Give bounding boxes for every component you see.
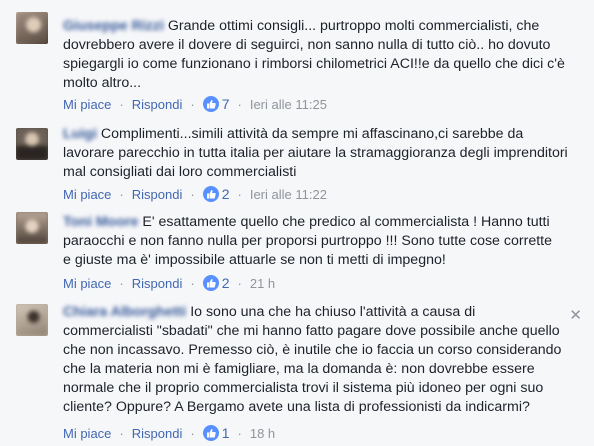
like-button[interactable]: Mi piace: [63, 426, 111, 441]
comment-actions: Mi piace · Rispondi · 1 · 18 h: [63, 424, 275, 442]
author-name[interactable]: Chiara Alborghetti: [63, 304, 186, 320]
comment-line: lavorare parecchio in tutta italia per a…: [63, 145, 568, 161]
like-count: 2: [221, 275, 230, 291]
timestamp[interactable]: 21 h: [250, 276, 275, 291]
reply-button[interactable]: Rispondi: [132, 276, 183, 291]
separator: ·: [190, 425, 195, 441]
like-count-badge[interactable]: 2: [202, 186, 230, 202]
comment-line: Grande ottimi consigli... purtroppo molt…: [167, 18, 540, 34]
separator: ·: [190, 186, 195, 202]
comment-line: mal consigliati dai loro commercialisti: [63, 164, 297, 180]
like-button[interactable]: Mi piace: [63, 187, 111, 202]
separator: ·: [119, 186, 124, 202]
thumbs-up-icon: [202, 275, 219, 291]
comment-actions: Mi piace · Rispondi · 2 · Ieri alle 11:2…: [63, 185, 327, 203]
comment-line: molto altro...: [63, 75, 142, 91]
avatar[interactable]: [16, 212, 48, 244]
like-count-badge[interactable]: 2: [202, 275, 230, 291]
thumbs-up-icon: [202, 425, 219, 441]
like-count: 2: [221, 186, 230, 202]
like-count: 7: [221, 96, 230, 112]
comment-line: che la materia non mi è famigliare, ma l…: [63, 361, 535, 377]
comment-line: E' esattamente quello che predico al com…: [142, 214, 550, 230]
comment-3: Toni Moore E' esattamente quello che pre…: [0, 210, 594, 300]
author-name[interactable]: Toni Moore: [63, 214, 138, 230]
separator: ·: [119, 96, 124, 112]
timestamp[interactable]: Ieri alle 11:22: [250, 187, 327, 202]
separator: ·: [237, 425, 242, 441]
comment-line: normale che il proprio commercialista tr…: [63, 380, 544, 396]
separator: ·: [237, 186, 242, 202]
comment-body: Toni Moore E' esattamente quello che pre…: [63, 213, 582, 270]
comment-line: e giuste ma è' impossibile attuarle se n…: [63, 252, 446, 268]
comment-body: Luigi Complimenti...simili attività da s…: [63, 125, 582, 182]
separator: ·: [237, 275, 242, 291]
separator: ·: [237, 96, 242, 112]
comment-line: dovrebbero avere il dovere di seguirci, …: [63, 37, 551, 53]
comment-line: Io sono una che ha chiuso l'attività a c…: [190, 304, 476, 320]
thumbs-up-icon: [202, 96, 219, 112]
author-name[interactable]: Giuseppe Rizzi: [63, 18, 164, 34]
comment-4: ✕ Chiara Alborghetti Io sono una che ha …: [0, 300, 594, 446]
comment-line: paraocchi e non fanno nulla per proporsi…: [63, 233, 552, 249]
separator: ·: [190, 96, 195, 112]
separator: ·: [119, 425, 124, 441]
like-count-badge[interactable]: 7: [202, 96, 230, 112]
comment-line: spiegargli io come funzionano i rimborsi…: [63, 56, 565, 72]
timestamp[interactable]: Ieri alle 11:25: [250, 97, 327, 112]
comment-1: Giuseppe Rizzi Grande ottimi consigli...…: [0, 0, 594, 118]
comment-actions: Mi piace · Rispondi · 2 · 21 h: [63, 274, 275, 292]
reply-button[interactable]: Rispondi: [132, 97, 183, 112]
comment-line: commercialisti "sbadati" che mi hanno fa…: [63, 323, 560, 339]
like-button[interactable]: Mi piace: [63, 276, 111, 291]
thumbs-up-icon: [202, 186, 219, 202]
comment-body: Chiara Alborghetti Io sono una che ha ch…: [63, 303, 582, 417]
reply-button[interactable]: Rispondi: [132, 187, 183, 202]
avatar[interactable]: [16, 128, 48, 160]
comment-line: Complimenti...simili attività da sempre …: [100, 126, 524, 142]
comment-body: Giuseppe Rizzi Grande ottimi consigli...…: [63, 17, 582, 93]
like-count-badge[interactable]: 1: [202, 425, 230, 441]
separator: ·: [119, 275, 124, 291]
comment-actions: Mi piace · Rispondi · 7 · Ieri alle 11:2…: [63, 95, 327, 113]
like-button[interactable]: Mi piace: [63, 97, 111, 112]
like-count: 1: [221, 425, 230, 441]
separator: ·: [190, 275, 195, 291]
author-name[interactable]: Luigi: [63, 126, 97, 142]
timestamp[interactable]: 18 h: [250, 426, 275, 441]
comment-line: cliente? Oppure? A Bergamo avete una lis…: [63, 399, 530, 415]
comment-2: Luigi Complimenti...simili attività da s…: [0, 118, 594, 210]
avatar[interactable]: [16, 304, 48, 336]
comment-line: che non incassavo. Premesso ciò, è inuti…: [63, 342, 562, 358]
reply-button[interactable]: Rispondi: [132, 426, 183, 441]
avatar[interactable]: [16, 12, 48, 44]
